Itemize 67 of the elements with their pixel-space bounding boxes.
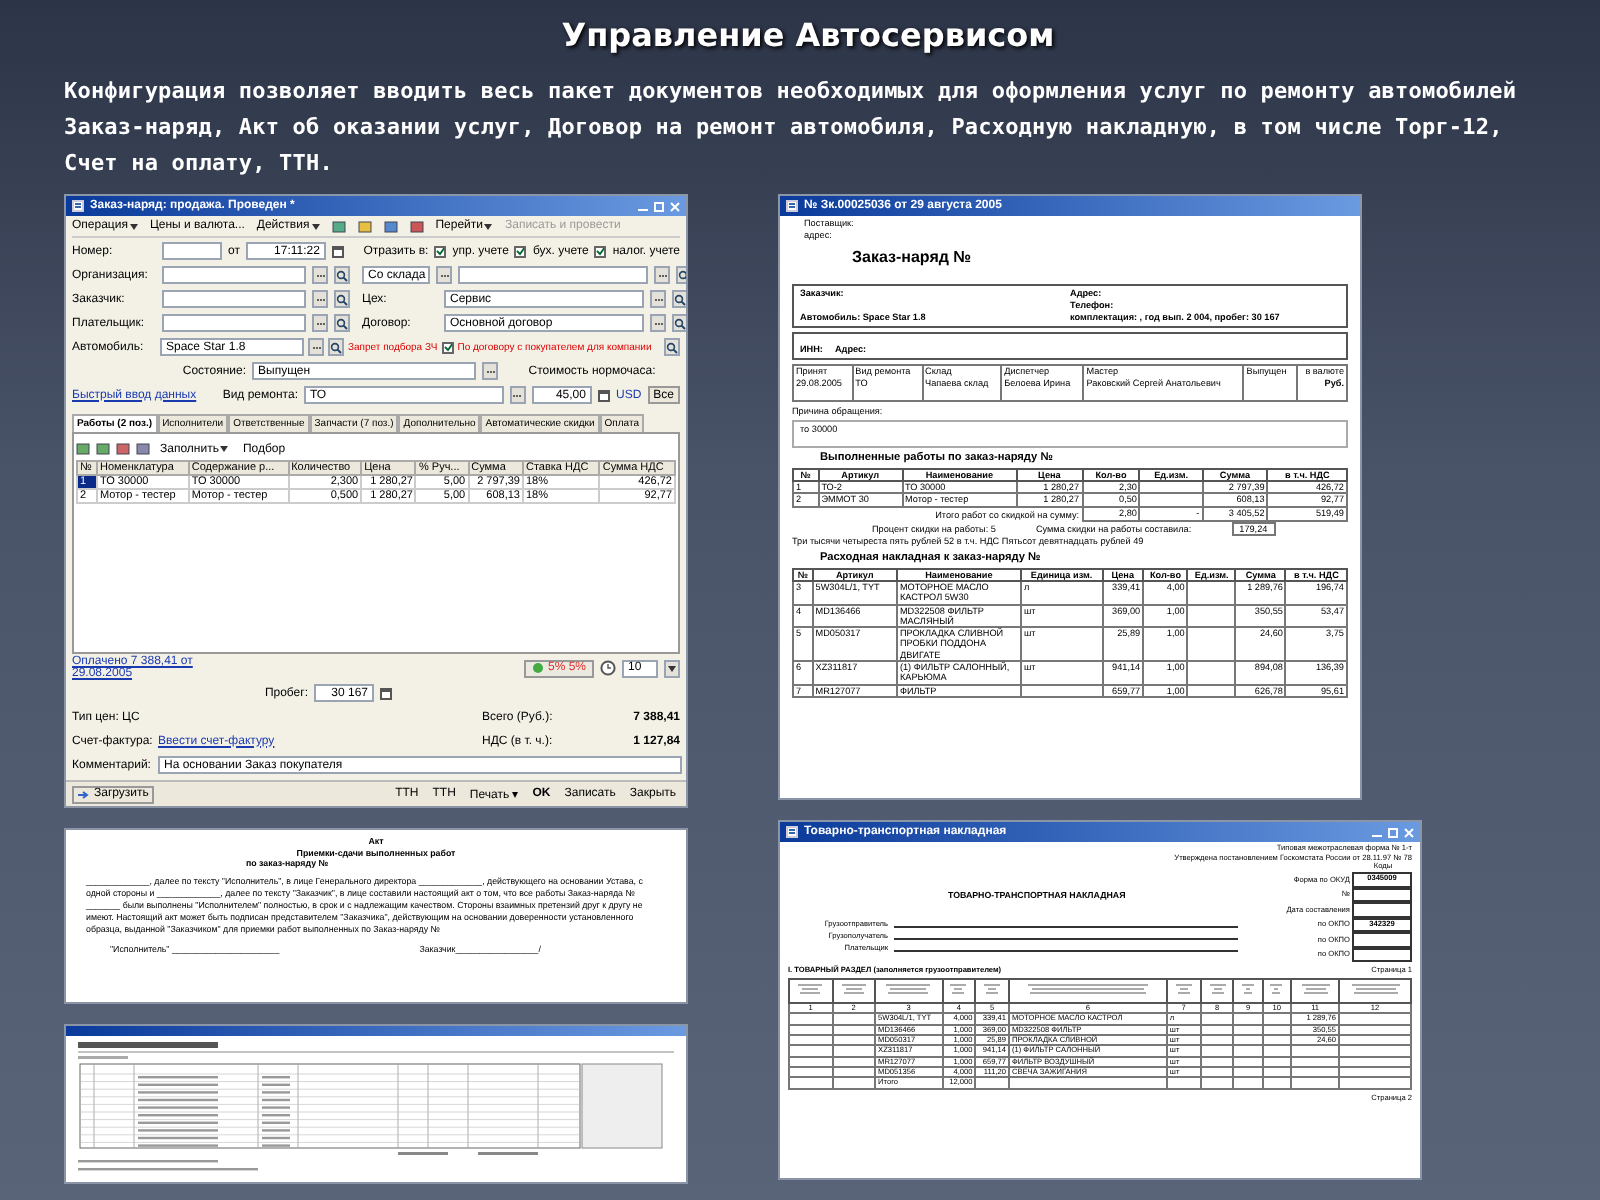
document-icon bbox=[786, 826, 798, 838]
illegible-text-drawing bbox=[798, 984, 823, 995]
search-button[interactable] bbox=[334, 266, 350, 284]
document-heading: Заказ-наряд № bbox=[850, 248, 974, 269]
checkbox[interactable] bbox=[434, 245, 447, 257]
caret-icon bbox=[311, 223, 320, 229]
illegible-text-drawing bbox=[1209, 984, 1226, 995]
select-button[interactable] bbox=[312, 314, 328, 332]
calculator-icon[interactable] bbox=[597, 389, 610, 401]
input-field[interactable] bbox=[458, 266, 648, 284]
select-button[interactable] bbox=[312, 266, 328, 284]
select-button[interactable] bbox=[482, 362, 498, 380]
select-button[interactable] bbox=[650, 290, 666, 308]
illegible-text-drawing bbox=[1175, 984, 1192, 995]
search-icon bbox=[674, 293, 686, 305]
caret-icon bbox=[129, 223, 138, 229]
input-field[interactable] bbox=[162, 266, 306, 284]
calculator-icon[interactable] bbox=[380, 687, 392, 699]
calendar-icon[interactable] bbox=[331, 245, 344, 257]
caret-icon bbox=[220, 446, 229, 452]
search-icon bbox=[330, 341, 342, 353]
search-button[interactable] bbox=[672, 314, 686, 332]
document-icon bbox=[786, 200, 798, 212]
document-icon bbox=[72, 200, 84, 212]
maximize-icon[interactable] bbox=[654, 201, 664, 211]
select-button[interactable] bbox=[654, 266, 670, 284]
input-field[interactable] bbox=[162, 290, 306, 308]
maximize-icon[interactable] bbox=[1388, 827, 1398, 837]
search-icon bbox=[336, 293, 348, 305]
illegible-text-drawing bbox=[1270, 984, 1283, 995]
illegible-text-drawing bbox=[1027, 984, 1148, 995]
search-button[interactable] bbox=[664, 338, 680, 356]
illegible-text-drawing bbox=[984, 984, 1001, 995]
search-button[interactable] bbox=[334, 314, 350, 332]
checkbox[interactable] bbox=[514, 245, 527, 257]
caret-icon bbox=[484, 223, 493, 229]
select-button[interactable] bbox=[436, 266, 452, 284]
illegible-text-drawing bbox=[1242, 984, 1255, 995]
select-button[interactable] bbox=[650, 314, 666, 332]
illegible-text-drawing bbox=[1301, 984, 1330, 995]
intro-paragraph: Конфигурация позволяет вводить весь пакет документов необходимых для оформления услуг по ремонту автомобилей Заказ-наряд, Акт об оказании услуг, Договор на ремонт автомобиля, Расходную накладную, в том числе Торг-12, Счет на оплату, ТТН. bbox=[64, 76, 1519, 180]
select-button[interactable] bbox=[308, 338, 324, 356]
search-icon bbox=[336, 317, 348, 329]
search-icon bbox=[674, 317, 686, 329]
number-field[interactable] bbox=[162, 242, 222, 260]
arrow-icon bbox=[78, 789, 90, 799]
caret-icon bbox=[668, 665, 676, 671]
circle-icon bbox=[531, 662, 544, 674]
illegible-text-drawing bbox=[886, 984, 931, 995]
input-field[interactable] bbox=[162, 314, 306, 332]
checkbox[interactable] bbox=[594, 245, 607, 257]
illegible-text-drawing bbox=[1351, 984, 1399, 995]
checkbox[interactable] bbox=[441, 341, 454, 353]
search-icon bbox=[336, 269, 348, 281]
slide-title: Управление Автосервисом bbox=[561, 16, 1055, 54]
search-button[interactable] bbox=[328, 338, 344, 356]
select-button[interactable] bbox=[509, 386, 526, 404]
close-icon[interactable] bbox=[670, 201, 680, 211]
search-button[interactable] bbox=[334, 290, 350, 308]
clock-icon bbox=[600, 660, 616, 676]
search-button[interactable] bbox=[672, 290, 686, 308]
search-icon bbox=[666, 341, 678, 353]
close-icon[interactable] bbox=[1404, 827, 1414, 837]
spin-button[interactable] bbox=[664, 659, 680, 677]
illegible-text-drawing bbox=[841, 984, 866, 995]
illegible-text-drawing bbox=[950, 984, 967, 995]
select-button[interactable] bbox=[312, 290, 328, 308]
